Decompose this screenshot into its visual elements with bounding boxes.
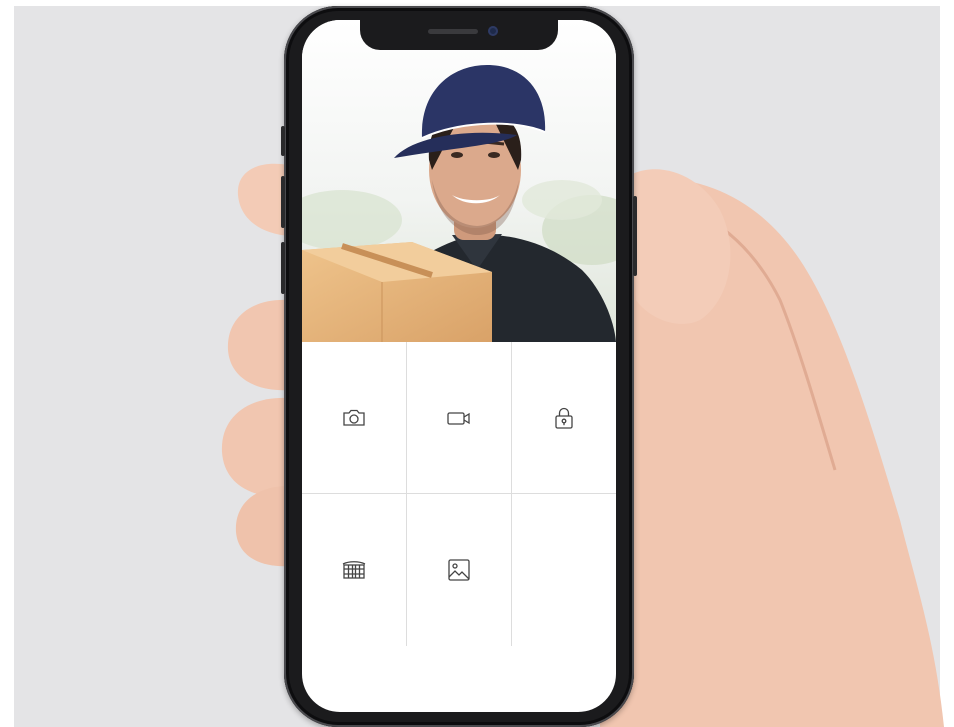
front-camera bbox=[488, 26, 498, 36]
volume-up-button bbox=[281, 176, 285, 228]
volume-down-button bbox=[281, 242, 285, 294]
smartphone bbox=[281, 6, 637, 727]
gallery-button[interactable] bbox=[407, 494, 511, 646]
image-icon bbox=[448, 559, 470, 581]
record-button[interactable] bbox=[407, 342, 511, 494]
gate-icon bbox=[342, 561, 366, 579]
earpiece-speaker bbox=[428, 29, 478, 34]
unlock-button[interactable] bbox=[512, 342, 616, 494]
action-grid bbox=[302, 342, 616, 646]
power-button bbox=[633, 196, 637, 276]
video-camera-icon bbox=[447, 412, 470, 425]
lock-icon bbox=[555, 407, 573, 429]
phone-screen bbox=[302, 20, 616, 712]
gate-button[interactable] bbox=[302, 494, 406, 646]
camera-icon bbox=[343, 409, 365, 426]
doorbell-video-feed[interactable] bbox=[302, 20, 616, 342]
notch bbox=[360, 20, 558, 50]
mute-switch bbox=[281, 126, 285, 156]
snapshot-button[interactable] bbox=[302, 342, 406, 494]
empty-grid-cell bbox=[512, 494, 616, 646]
